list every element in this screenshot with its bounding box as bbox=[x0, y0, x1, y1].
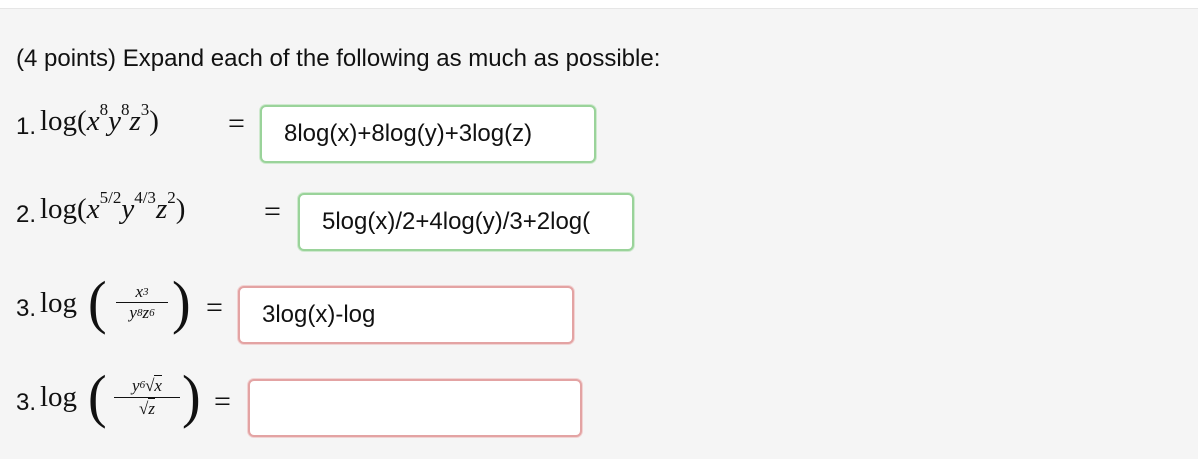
item-3-denominator: y8z6 bbox=[129, 303, 155, 322]
item-4-fraction-bar bbox=[114, 397, 180, 398]
item-3-numerator: x3 bbox=[135, 282, 149, 301]
item-3-left-paren: ( bbox=[88, 270, 107, 336]
item-3-equals: = bbox=[206, 291, 223, 324]
item-4-denominator: √z bbox=[139, 398, 155, 418]
item-4-left-paren: ( bbox=[88, 364, 107, 430]
item-4-fraction: y6√x √z bbox=[110, 375, 184, 419]
item-3-answer-input[interactable]: 3log(x)-log bbox=[238, 286, 574, 344]
item-1-number: 1. bbox=[16, 113, 37, 140]
item-4-answer-input[interactable] bbox=[248, 379, 582, 437]
problem-prompt: (4 points) Expand each of the following … bbox=[16, 45, 661, 72]
item-2-number: 2. bbox=[16, 201, 37, 228]
item-4-right-paren: ) bbox=[182, 364, 201, 430]
item-3-log: log bbox=[40, 287, 78, 319]
item-2-answer-input[interactable]: 5log(x)/2+4log(y)/3+2log( bbox=[298, 193, 634, 251]
problem-panel: (4 points) Expand each of the following … bbox=[0, 8, 1198, 459]
item-2-equals: = bbox=[264, 195, 281, 228]
item-2-expression: log(x5/2y4/3z2) bbox=[40, 188, 186, 225]
item-4-log: log bbox=[40, 381, 78, 413]
item-1-answer-input[interactable]: 8log(x)+8log(y)+3log(z) bbox=[260, 105, 596, 163]
item-4-equals: = bbox=[214, 385, 231, 418]
item-3-right-paren: ) bbox=[172, 270, 191, 336]
item-4-number: 3. bbox=[16, 389, 37, 416]
item-4-numerator: y6√x bbox=[132, 375, 162, 395]
item-3-fraction: x3 y8z6 bbox=[112, 283, 172, 322]
item-1-equals: = bbox=[228, 107, 245, 140]
item-3-number: 3. bbox=[16, 295, 37, 322]
item-1-expression: log(x8y8z3) bbox=[40, 100, 159, 137]
